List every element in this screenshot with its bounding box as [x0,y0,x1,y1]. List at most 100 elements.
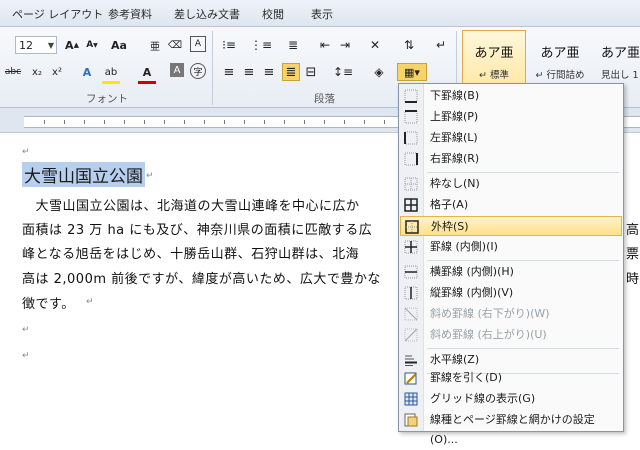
menu-item-diagonal-down-border[interactable]: 斜め罫線 (右下がり)(W) [400,304,622,324]
top-border-icon [404,110,418,124]
chevron-down-icon: ▼ [47,41,54,50]
horizontal-line-icon [405,355,417,366]
ruler-tick [64,120,65,124]
menu-item-label: 罫線を引く(D) [430,371,503,384]
menu-item-all-borders[interactable]: 格子(A) [400,195,622,215]
align-left-icon[interactable]: ≡ [220,63,238,81]
font-size-value: 12 [19,39,33,52]
menu-item-label: 斜め罫線 (右下がり)(W) [430,307,550,320]
body-line[interactable]: 徴です。 [22,293,75,312]
align-right-icon[interactable]: ≡ [260,63,278,81]
body-line[interactable]: 大雪山国立公園は、北海道の大雪山連峰を中心に広か [22,195,360,214]
menu-item-label: 外枠(S) [431,220,469,233]
ruler-tick [284,120,285,124]
menu-item-borders-and-shading[interactable]: 線種とページ罫線と網かけの設定(O)... [400,410,622,446]
outside-borders-icon [405,220,419,234]
borders-dropdown-menu: 下罫線(B) 上罫線(P) 左罫線(L) 右罫線(R) 枠なし(N) 格子(A)… [398,83,624,446]
grow-font-icon[interactable]: A ▲ [63,36,81,54]
bullets-icon[interactable]: ⁝≡ [220,36,238,54]
body-line[interactable]: 面積は 23 万 ha にも及び、神奈川県の面積に匹敵する広 [22,219,372,238]
paragraph-mark: ↵ [22,351,30,361]
increase-indent-icon[interactable]: ⇥ [336,36,354,54]
menu-item-label: 水平線(Z) [430,353,480,366]
numbering-icon[interactable]: ⋮≡ [250,36,272,54]
clear-format-icon[interactable]: ⌫ [166,36,184,54]
draw-table-icon [404,372,417,385]
ribbon-tab-bar: ページ レイアウト 参考資料 差し込み文書 校閲 表示 [0,0,640,27]
menu-item-label: 線種とページ罫線と網かけの設定(O)... [430,413,595,446]
subscript-icon[interactable]: x₂ [28,63,46,81]
menu-item-label: 枠なし(N) [430,177,480,190]
style-heading-1[interactable]: あア亜 見出し 1 [594,30,640,86]
menu-item-inside-borders[interactable]: 罫線 (内側)(I) [400,237,622,257]
tab-view[interactable]: 表示 [311,6,333,22]
menu-item-draw-table[interactable]: 罫線を引く(D) [400,368,622,388]
menu-item-inside-horizontal-border[interactable]: 横罫線 (内側)(H) [400,262,622,282]
decrease-indent-icon[interactable]: ⇤ [316,36,334,54]
ruler-tick [364,120,365,124]
text-effects-icon[interactable]: A [78,63,96,81]
menu-item-outside-borders[interactable]: 外枠(S) [400,216,622,236]
tab-review[interactable]: 校閲 [262,6,284,22]
style-sample: あア亜 [474,46,514,61]
menu-item-diagonal-up-border[interactable]: 斜め罫線 (右上がり)(U) [400,325,622,345]
menu-item-label: 格子(A) [430,198,469,211]
paragraph-group-label: 段落 [314,93,335,105]
phonetic-guide-icon[interactable]: 亜 [146,36,164,54]
body-line[interactable]: 峰となる旭岳をはじめ、十勝岳山群、石狩山群は、北海 [22,243,359,262]
menu-item-top-border[interactable]: 上罫線(P) [400,107,622,127]
view-gridlines-icon [404,392,418,406]
font-color-icon[interactable]: A [138,63,156,84]
menu-item-left-border[interactable]: 左罫線(L) [400,128,622,148]
change-case-icon[interactable]: Aa [110,36,128,54]
distributed-icon[interactable]: ⊟ [302,63,320,81]
shrink-font-icon[interactable]: A ▼ [83,36,101,54]
character-border-icon[interactable]: A [190,36,206,52]
style-normal[interactable]: あア亜 ↵ 標準 [462,30,526,86]
borders-button[interactable]: ▦▾ [397,63,427,81]
font-group-label: フォント [86,93,128,105]
shading-icon[interactable]: ◈ [370,63,388,81]
menu-item-no-border[interactable]: 枠なし(N) [400,174,622,194]
superscript-icon[interactable]: x² [48,63,66,81]
sort-icon[interactable]: ⇅ [400,36,418,54]
ruler-tick [84,120,85,124]
style-no-spacing[interactable]: あア亜 ↵ 行間詰め [528,30,592,86]
character-shading-icon[interactable]: A [170,63,184,77]
style-name: 見出し 1 [601,70,639,81]
highlight-icon[interactable]: ab [102,63,120,84]
tab-mailings[interactable]: 差し込み文書 [174,6,240,22]
menu-item-right-border[interactable]: 右罫線(R) [400,149,622,169]
font-size-select[interactable]: 12 ▼ [15,36,57,54]
no-border-icon [404,177,418,191]
diagonal-up-border-icon [404,328,418,342]
menu-item-bottom-border[interactable]: 下罫線(B) [400,86,622,106]
diagonal-down-border-icon [404,307,418,321]
multilevel-list-icon[interactable]: ≣ [284,36,302,54]
menu-separator [427,260,619,261]
ruler-tick [124,120,125,124]
paragraph-mark: ↵ [22,325,30,335]
asian-layout-icon[interactable]: ✕ [366,36,384,54]
body-line-fragment: 票 [626,247,640,262]
menu-item-label: 下罫線(B) [430,89,480,102]
tab-page-layout[interactable]: ページ レイアウト [12,6,103,22]
ruler-tick [264,120,265,124]
justify-icon[interactable]: ≣ [282,63,300,81]
menu-item-view-gridlines[interactable]: グリッド線の表示(G) [400,389,622,409]
body-line-fragment: 高 [626,223,640,238]
strikethrough-icon[interactable]: abc [4,63,22,81]
style-sample: あア亜 [540,46,580,61]
ruler-tick [164,120,165,124]
enclose-characters-icon[interactable]: 字 [190,63,206,79]
bottom-border-icon [404,89,418,103]
ruler-tick [344,120,345,124]
document-title[interactable]: 大雪山国立公園 [22,162,145,187]
body-line[interactable]: 高は 2,000m 前後ですが、緯度が高いため、広大で豊かな [22,268,381,287]
align-center-icon[interactable]: ≡ [240,63,258,81]
menu-item-horizontal-line[interactable]: 水平線(Z) [400,350,622,370]
line-spacing-icon[interactable]: ↕≡ [333,63,353,81]
tab-references[interactable]: 参考資料 [108,6,152,22]
menu-item-inside-vertical-border[interactable]: 縦罫線 (内側)(V) [400,283,622,303]
show-marks-icon[interactable]: ↵ [432,36,450,54]
